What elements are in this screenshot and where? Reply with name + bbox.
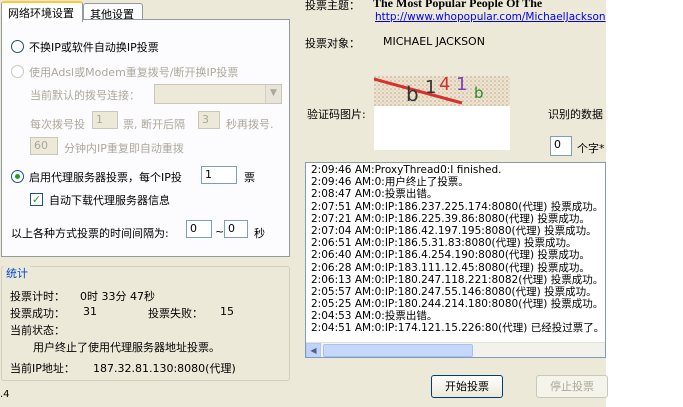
auto-download-proxy-label: 自动下载代理服务器信息 (49, 194, 170, 207)
scroll-left-icon[interactable]: ◀ (306, 343, 321, 357)
each-dial-vote-mid: 票, 断开后隔 (123, 118, 185, 131)
each-dial-vote-prefix: 每次拨号投 (30, 118, 85, 131)
network-settings-panel: 不换IP或软件自动换IP投票 使用Adsl或Modem重复拨号/断开换IP投票 … (1, 19, 290, 257)
status-label: 当前状态： (10, 324, 65, 337)
label-proxy: 启用代理服务器投票，每个IP投 (29, 171, 182, 184)
auto-redial-minutes-input[interactable]: 60 (30, 137, 58, 155)
captcha-char: b (474, 84, 484, 102)
log-line: 2:09:46 AM:ProxyThread0:I finished. (311, 164, 502, 176)
log-line: 2:04:53 AM:0:投票出错。 (311, 310, 438, 323)
radio-proxy[interactable] (11, 170, 24, 183)
target-value: MICHAEL JACKSON (383, 35, 485, 48)
proxy-votes-unit: 票 (244, 171, 255, 184)
target-label: 投票对象： (305, 37, 360, 50)
captcha-label: 验证码图片: (307, 108, 366, 121)
dial-connection-select[interactable]: ▼ (154, 84, 282, 104)
captcha-char: b (406, 82, 419, 106)
current-dial-label: 当前默认的拨号连接： (30, 89, 140, 102)
each-dial-vote-input[interactable]: 1 (92, 111, 118, 129)
captcha-char: 1 (456, 74, 468, 95)
captcha-char: 4 (439, 74, 451, 95)
auto-redial-suffix: 分钟内IP重复即自动重拨 (64, 142, 184, 155)
log-line: 2:08:47 AM:0:投票出错。 (311, 188, 438, 201)
redial-wait-suffix: 秒再拨号. (226, 118, 274, 131)
interval-separator: ~ (215, 225, 225, 238)
interval-max-input[interactable]: 0 (224, 220, 248, 238)
horizontal-scrollbar[interactable]: ◀ (306, 342, 605, 357)
log-line: 2:06:13 AM:0:IP:180.247.118.221:8082(代理)… (311, 273, 604, 286)
tab-other-settings[interactable]: 其他设置 (83, 3, 143, 21)
right-edge-background (606, 0, 683, 407)
interval-min-input[interactable]: 0 (186, 220, 212, 238)
log-line: 2:09:46 AM:0:用户终止了投票。 (311, 176, 469, 189)
topic-url-link[interactable]: http://www.whopopular.com/MichaelJackson (375, 11, 606, 23)
interval-unit: 秒 (254, 227, 265, 240)
scroll-thumb[interactable] (323, 344, 473, 357)
log-line: 2:06:51 AM:0:IP:186.5.31.83:8080(代理) 投票成… (311, 237, 577, 250)
log-line: 2:05:25 AM:0:IP:180.244.214.180:8080(代理)… (311, 298, 604, 311)
success-label: 投票成功： (10, 307, 65, 320)
success-value: 31 (83, 305, 97, 318)
log-line: 2:07:21 AM:0:IP:186.225.39.86:8080(代理) 投… (311, 212, 590, 225)
fail-label: 投票失败： (148, 307, 203, 320)
interval-label: 以上各种方式投票的时间间隔为: (11, 227, 169, 240)
log-lines: 2:09:46 AM:ProxyThread0:I finished. 2:09:… (306, 163, 605, 335)
captcha-image-bottom (374, 106, 510, 150)
recognized-label: 识别的数据 (548, 108, 603, 121)
ip-value: 187.32.81.130:8080(代理) (93, 362, 236, 375)
label-no-change-ip: 不换IP或软件自动换IP投票 (29, 41, 159, 54)
vote-time-label: 投票计时： (10, 290, 65, 303)
captcha-image: b 1 4 1 b (373, 74, 510, 106)
log-line: 2:06:28 AM:0:IP:183.111.12.45:8080(代理) 投… (311, 261, 590, 274)
version-fragment: .4 (0, 389, 10, 400)
auto-download-proxy-checkbox[interactable]: ✓ (30, 193, 43, 206)
log-line: 2:05:57 AM:0:IP:180.247.55.146:8080(代理) … (311, 285, 597, 298)
log-line: 2:07:51 AM:0:IP:186.237.225.174:8080(代理)… (311, 200, 604, 213)
start-vote-button[interactable]: 开始投票 (431, 375, 503, 398)
stop-vote-button[interactable]: 停止投票 (536, 375, 608, 398)
ip-label: 当前IP地址： (10, 362, 75, 375)
log-line: 2:07:04 AM:0:IP:186.42.197.195:8080(代理) … (311, 224, 597, 237)
vote-log-list[interactable]: 2:09:46 AM:ProxyThread0:I finished. 2:09:… (305, 162, 606, 358)
tab-label: 网络环境设置 (8, 7, 74, 20)
label-redial: 使用Adsl或Modem重复拨号/断开换IP投票 (29, 66, 239, 79)
log-line: 2:06:40 AM:0:IP:186.4.254.190:8080(代理) 投… (311, 249, 590, 262)
log-line: 2:04:51 AM:0:IP:174.121.15.226:80(代理) 已经… (311, 322, 605, 335)
char-count-input[interactable]: 0 (550, 136, 572, 156)
topic-label: 投票主题： (305, 0, 360, 12)
tab-network-settings[interactable]: 网络环境设置 (1, 1, 83, 22)
redial-wait-input[interactable]: 3 (198, 111, 220, 129)
fail-value: 15 (220, 305, 234, 318)
radio-no-change-ip[interactable] (11, 40, 24, 53)
chevron-down-icon[interactable]: ▼ (265, 85, 281, 103)
stats-title: 统计 (4, 265, 30, 281)
vote-time-value: 0时 33分 47秒 (80, 290, 155, 303)
topic-value: The Most Popular People Of The (373, 0, 543, 10)
captcha-char: 1 (425, 77, 437, 98)
proxy-votes-input[interactable]: 1 (201, 166, 237, 184)
status-value: 用户终止了使用代理服务器地址投票。 (33, 341, 220, 354)
radio-redial[interactable] (11, 65, 24, 78)
char-count-suffix: 个字* (577, 142, 605, 155)
